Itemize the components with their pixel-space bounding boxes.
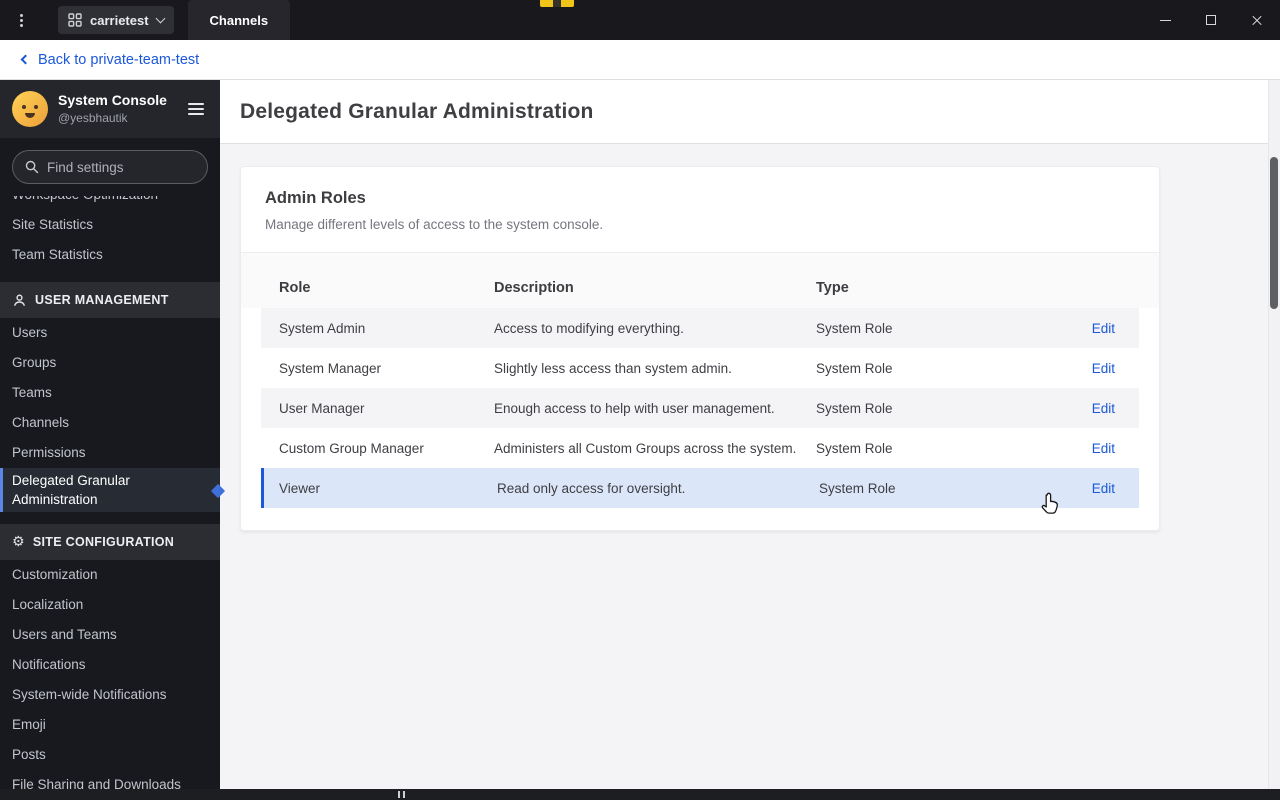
system-console-sidebar: System Console @yesbhautik Find settings… bbox=[0, 80, 220, 800]
maximize-icon bbox=[1206, 15, 1216, 25]
sidebar-item-permissions[interactable]: Permissions bbox=[0, 438, 220, 468]
card-title: Admin Roles bbox=[265, 189, 366, 207]
column-header-description: Description bbox=[494, 280, 574, 296]
console-username: @yesbhautik bbox=[58, 111, 128, 126]
mouse-cursor-hand bbox=[1038, 491, 1062, 522]
background-window-sliver bbox=[540, 0, 574, 7]
type-cell: System Role bbox=[819, 480, 896, 496]
search-icon bbox=[25, 160, 39, 174]
sidebar-nav: Workspace Optimization Site Statistics T… bbox=[0, 180, 220, 800]
edit-link[interactable]: Edit bbox=[1092, 401, 1115, 416]
edit-link[interactable]: Edit bbox=[1092, 441, 1115, 456]
taskbar-sliver bbox=[0, 789, 1280, 800]
table-body: System Admin Access to modifying everyth… bbox=[261, 308, 1139, 508]
users-icon bbox=[13, 294, 26, 306]
section-site-configuration: ⚙ SITE CONFIGURATION bbox=[0, 524, 220, 560]
table-header-row: Role Description Type bbox=[241, 252, 1159, 308]
role-cell: Custom Group Manager bbox=[279, 440, 424, 456]
window-controls bbox=[1142, 0, 1280, 40]
section-user-management: USER MANAGEMENT bbox=[0, 282, 220, 318]
sidebar-item-team-statistics[interactable]: Team Statistics bbox=[0, 240, 220, 270]
sidebar-item-customization[interactable]: Customization bbox=[0, 560, 220, 590]
chevron-down-icon bbox=[155, 13, 165, 23]
close-button[interactable] bbox=[1234, 0, 1280, 40]
sidebar-item-posts[interactable]: Posts bbox=[0, 740, 220, 770]
section-label: SITE CONFIGURATION bbox=[32, 535, 175, 549]
titlebar: carrietest Channels bbox=[0, 0, 1280, 40]
search-input[interactable]: Find settings bbox=[12, 150, 208, 184]
edit-link[interactable]: Edit bbox=[1092, 361, 1115, 376]
role-cell: Viewer bbox=[279, 480, 321, 496]
edit-link[interactable]: Edit bbox=[1092, 481, 1115, 496]
sidebar-item-notifications[interactable]: Notifications bbox=[0, 650, 220, 680]
main-content: Delegated Granular Administration Admin … bbox=[220, 80, 1280, 800]
minimize-button[interactable] bbox=[1142, 0, 1188, 40]
type-cell: System Role bbox=[816, 400, 893, 416]
kebab-menu-icon bbox=[19, 18, 23, 22]
scrollbar-track[interactable] bbox=[1268, 80, 1280, 800]
server-selector-button[interactable]: carrietest bbox=[58, 6, 174, 34]
sidebar-item-channels[interactable]: Channels bbox=[0, 408, 220, 438]
server-name: carrietest bbox=[90, 12, 149, 28]
gear-icon: ⚙ bbox=[12, 534, 25, 550]
console-title: System Console bbox=[58, 91, 167, 108]
section-label: USER MANAGEMENT bbox=[35, 293, 169, 307]
table-row-highlighted: Viewer Read only access for oversight. S… bbox=[261, 468, 1139, 508]
table-row: Custom Group Manager Administers all Cus… bbox=[261, 428, 1139, 468]
taskbar-icon bbox=[398, 791, 400, 798]
sidebar-item-users-and-teams[interactable]: Users and Teams bbox=[0, 620, 220, 650]
page-title: Delegated Granular Administration bbox=[240, 99, 594, 123]
tab-label: Channels bbox=[209, 12, 269, 28]
table-row: User Manager Enough access to help with … bbox=[261, 388, 1139, 428]
role-cell: User Manager bbox=[279, 400, 365, 416]
sidebar-titles: System Console @yesbhautik bbox=[58, 92, 167, 127]
edit-link[interactable]: Edit bbox=[1092, 321, 1115, 336]
sidebar-item-system-wide-notifications[interactable]: System-wide Notifications bbox=[0, 680, 220, 710]
sidebar-item-emoji[interactable]: Emoji bbox=[0, 710, 220, 740]
admin-roles-card: Admin Roles Manage different levels of a… bbox=[240, 166, 1160, 531]
maximize-button[interactable] bbox=[1188, 0, 1234, 40]
table-row: System Manager Slightly less access than… bbox=[261, 348, 1139, 388]
description-cell: Administers all Custom Groups across the… bbox=[494, 440, 797, 456]
page-header: Delegated Granular Administration bbox=[220, 80, 1280, 144]
search-placeholder: Find settings bbox=[47, 159, 124, 175]
sidebar-item-users[interactable]: Users bbox=[0, 318, 220, 348]
sidebar-item-delegated-granular-administration[interactable]: Delegated Granular Administration bbox=[0, 468, 220, 512]
sidebar-item-site-statistics[interactable]: Site Statistics bbox=[0, 210, 220, 240]
grid-icon bbox=[68, 13, 82, 27]
role-cell: System Manager bbox=[279, 360, 382, 376]
description-cell: Read only access for oversight. bbox=[497, 480, 686, 496]
table-row: System Admin Access to modifying everyth… bbox=[261, 308, 1139, 348]
sidebar-header: System Console @yesbhautik bbox=[0, 80, 220, 138]
sidebar-search-wrap: Find settings bbox=[0, 138, 220, 196]
description-cell: Access to modifying everything. bbox=[494, 320, 684, 336]
type-cell: System Role bbox=[816, 360, 893, 376]
description-cell: Enough access to help with user manageme… bbox=[494, 400, 775, 416]
back-bar: Back to private-team-test bbox=[0, 40, 1280, 80]
scrollbar-thumb[interactable] bbox=[1270, 157, 1278, 309]
chevron-left-icon bbox=[20, 54, 31, 65]
column-header-role: Role bbox=[279, 280, 311, 296]
sidebar-item-localization[interactable]: Localization bbox=[0, 590, 220, 620]
active-item-label: Delegated Granular Administration bbox=[12, 473, 130, 507]
back-link[interactable]: Back to private-team-test bbox=[38, 52, 199, 68]
sidebar-item-groups[interactable]: Groups bbox=[0, 348, 220, 378]
type-cell: System Role bbox=[816, 440, 893, 456]
sidebar-item-teams[interactable]: Teams bbox=[0, 378, 220, 408]
close-icon bbox=[1251, 14, 1263, 26]
type-cell: System Role bbox=[816, 320, 893, 336]
column-header-type: Type bbox=[816, 280, 849, 296]
role-cell: System Admin bbox=[279, 320, 366, 336]
app-menu-button[interactable] bbox=[0, 0, 42, 40]
menu-icon[interactable] bbox=[184, 99, 208, 119]
minimize-icon bbox=[1159, 19, 1171, 21]
user-avatar[interactable] bbox=[12, 91, 48, 127]
description-cell: Slightly less access than system admin. bbox=[494, 360, 732, 376]
card-header: Admin Roles Manage different levels of a… bbox=[241, 167, 1159, 252]
card-description: Manage different levels of access to the… bbox=[265, 217, 604, 232]
tab-channels[interactable]: Channels bbox=[187, 0, 291, 40]
